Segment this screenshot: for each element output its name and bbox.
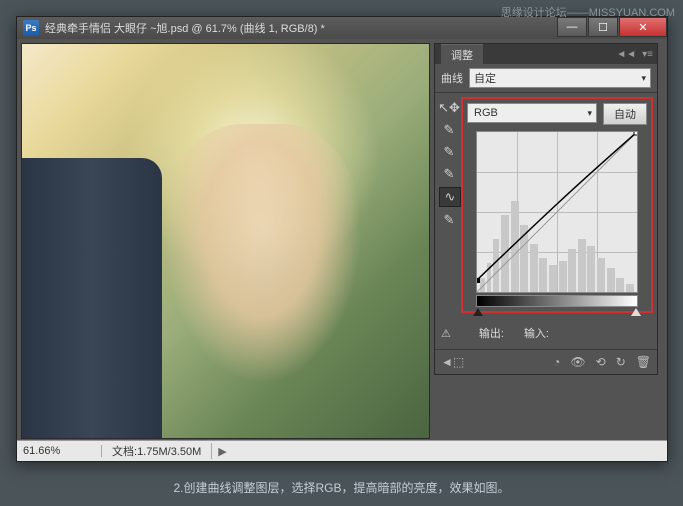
eyedropper-gray-icon[interactable]: ✎ bbox=[439, 143, 459, 161]
photoshop-window: Ps 经典牵手情侣 大眼仔 ~旭.psd @ 61.7% (曲线 1, RGB/… bbox=[16, 16, 668, 462]
adjustments-panel: 调整 ◄◄ ▾≡ 曲线 自定 ↖✥ ✎ ✎ ✎ ∿ bbox=[434, 43, 658, 375]
input-gradient[interactable] bbox=[476, 295, 638, 307]
status-bar: 61.66% 文档:1.75M/3.50M ▶ bbox=[17, 440, 667, 461]
statusbar-menu-icon[interactable]: ▶ bbox=[212, 445, 232, 458]
preset-row: 曲线 自定 bbox=[435, 64, 657, 93]
maximize-button[interactable]: ☐ bbox=[588, 17, 618, 37]
output-label: 输出: bbox=[479, 325, 504, 341]
close-button[interactable]: ✕ bbox=[619, 17, 667, 37]
input-label: 输入: bbox=[524, 325, 549, 341]
curve-point-tool-icon[interactable]: ∿ bbox=[439, 187, 461, 207]
pencil-tool-icon[interactable]: ✎ bbox=[439, 211, 459, 229]
trash-icon[interactable]: 🗑 bbox=[636, 355, 651, 369]
target-adjust-icon[interactable]: ↖✥ bbox=[439, 99, 459, 117]
warning-icon: ⚠ bbox=[441, 327, 451, 340]
curves-tools: ↖✥ ✎ ✎ ✎ ∿ ✎ bbox=[439, 97, 461, 313]
image-subject bbox=[162, 124, 362, 384]
auto-button[interactable]: 自动 bbox=[603, 103, 647, 125]
previous-state-icon[interactable]: ⟲ bbox=[596, 355, 606, 369]
window-controls: — ☐ ✕ bbox=[556, 17, 667, 37]
adjustment-type-label: 曲线 bbox=[441, 70, 463, 86]
return-icon[interactable]: ◄⬚ bbox=[441, 355, 464, 369]
output-input-row: ⚠ 输出: 输入: bbox=[435, 317, 657, 349]
app-icon: Ps bbox=[23, 20, 39, 36]
panel-tabs: 调整 ◄◄ ▾≡ bbox=[435, 44, 657, 64]
tab-adjustments[interactable]: 调整 bbox=[441, 44, 483, 65]
reset-icon[interactable]: ↻ bbox=[616, 355, 626, 369]
tutorial-caption: 2.创建曲线调整图层，选择RGB，提高暗部的亮度，效果如图。 bbox=[0, 479, 683, 496]
curves-editor: ↖✥ ✎ ✎ ✎ ∿ ✎ RGB 自动 bbox=[435, 93, 657, 317]
panels-sidebar: 调整 ◄◄ ▾≡ 曲线 自定 ↖✥ ✎ ✎ ✎ ∿ bbox=[434, 43, 658, 443]
content-area: 调整 ◄◄ ▾≡ 曲线 自定 ↖✥ ✎ ✎ ✎ ∿ bbox=[17, 39, 667, 447]
curve-path bbox=[477, 132, 637, 292]
clip-layer-icon[interactable]: ◔ bbox=[553, 355, 560, 369]
watermark-text: 思缘设计论坛——MISSYUAN.COM bbox=[501, 4, 675, 20]
preset-dropdown[interactable]: 自定 bbox=[469, 68, 651, 88]
channel-dropdown[interactable]: RGB bbox=[467, 103, 597, 123]
channel-row: RGB 自动 bbox=[467, 103, 647, 125]
titlebar: Ps 经典牵手情侣 大眼仔 ~旭.psd @ 61.7% (曲线 1, RGB/… bbox=[17, 17, 667, 39]
eyedropper-white-icon[interactable]: ✎ bbox=[439, 165, 459, 183]
white-point-slider[interactable] bbox=[631, 308, 641, 316]
image-subject bbox=[22, 158, 162, 438]
curves-highlight-box: RGB 自动 bbox=[461, 97, 653, 313]
minimize-button[interactable]: — bbox=[557, 17, 587, 37]
eyedropper-black-icon[interactable]: ✎ bbox=[439, 121, 459, 139]
document-info[interactable]: 文档:1.75M/3.50M bbox=[102, 443, 212, 459]
black-point-slider[interactable] bbox=[473, 308, 483, 316]
panel-collapse-icon[interactable]: ◄◄ bbox=[616, 49, 636, 60]
panel-menu-icon[interactable]: ▾≡ bbox=[642, 49, 653, 60]
image-canvas[interactable] bbox=[21, 43, 430, 439]
panel-bottom-toolbar: ◄⬚ ◔ 👁 ⟲ ↻ 🗑 bbox=[435, 349, 657, 374]
zoom-level[interactable]: 61.66% bbox=[17, 445, 102, 457]
visibility-icon[interactable]: 👁 bbox=[570, 355, 585, 369]
curve-graph[interactable] bbox=[476, 131, 638, 293]
window-title: 经典牵手情侣 大眼仔 ~旭.psd @ 61.7% (曲线 1, RGB/8) … bbox=[45, 20, 325, 36]
